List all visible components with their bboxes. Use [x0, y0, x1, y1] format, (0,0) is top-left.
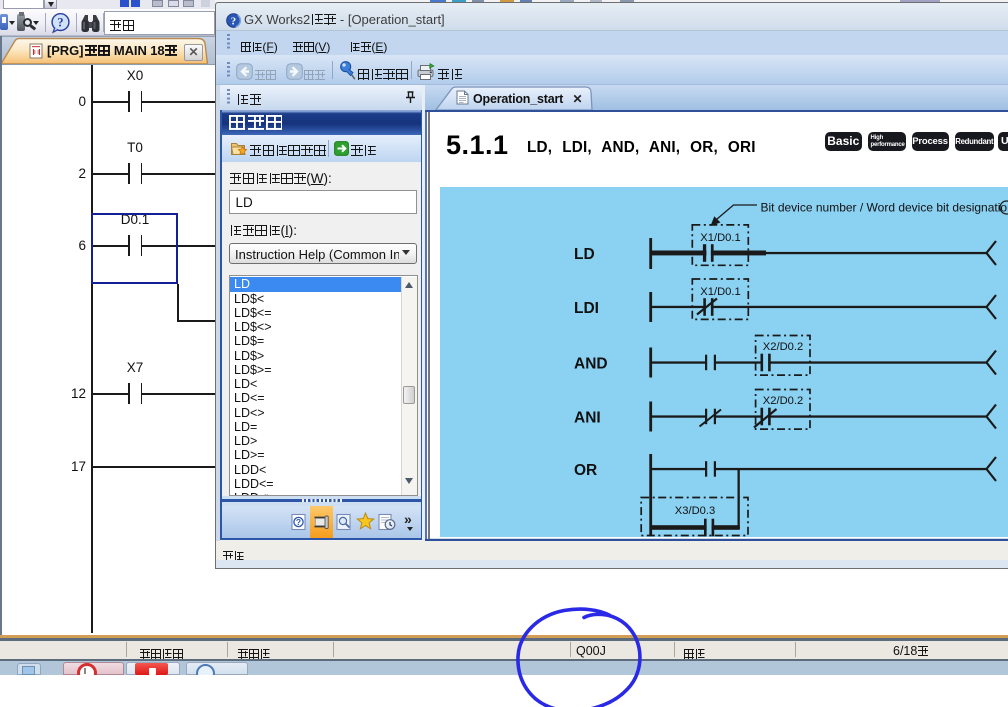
- svg-text:X2/D0.2: X2/D0.2: [763, 395, 803, 407]
- svg-text:X1/D0.1: X1/D0.1: [700, 286, 740, 298]
- svg-text:X3/D0.3: X3/D0.3: [675, 505, 715, 517]
- svg-text:X2/D0.2: X2/D0.2: [763, 341, 803, 353]
- svg-text:?: ?: [231, 15, 236, 27]
- svg-text:OR: OR: [574, 462, 597, 479]
- svg-text:LD: LD: [574, 246, 595, 263]
- svg-text:Bit device number / Word devic: Bit device number / Word device bit desi…: [761, 201, 1008, 215]
- svg-text:?: ?: [296, 517, 301, 527]
- svg-text:AND: AND: [574, 356, 608, 373]
- svg-text:?: ?: [57, 15, 63, 29]
- svg-text:LDI: LDI: [574, 300, 599, 317]
- svg-text:ANI: ANI: [574, 410, 601, 427]
- svg-text:X1/D0.1: X1/D0.1: [700, 232, 740, 244]
